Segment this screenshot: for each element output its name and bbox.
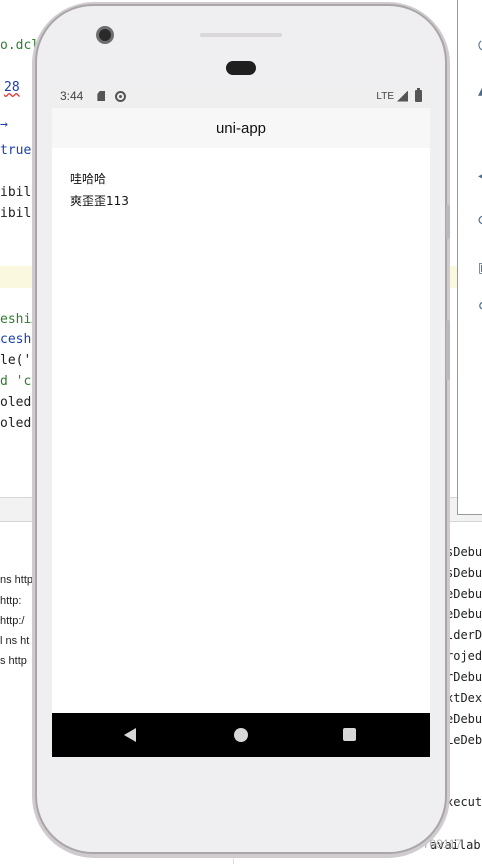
screenshot-icon[interactable]: ▣ [478, 261, 482, 275]
rotate-icon[interactable]: ⟳ [478, 214, 482, 228]
volume-up-icon[interactable]: ▲ [478, 83, 482, 97]
build-output-line: sDebu [446, 545, 482, 559]
build-output-line: eDebu [446, 587, 482, 601]
signal-icon [397, 90, 408, 102]
sd-card-icon [97, 91, 106, 101]
system-navigation-bar [52, 713, 430, 757]
earpiece [226, 61, 256, 75]
emulator-toolbar: ⏻ ▲ ◀ ⟳ ▣ ⚲ ⋮ [457, 0, 482, 515]
build-output-line: rojed [446, 649, 482, 663]
side-button[interactable] [446, 205, 450, 239]
log-line: s http [0, 655, 27, 667]
code-line: oled [0, 395, 32, 410]
side-button[interactable] [446, 320, 450, 380]
build-output-line: lderD [446, 628, 482, 642]
log-line: ns http [0, 574, 34, 586]
network-type: LTE [376, 90, 394, 102]
power-icon[interactable]: ⏻ [478, 39, 482, 53]
build-output-line: sDebu [446, 566, 482, 580]
log-line: http:/ [0, 615, 25, 627]
battery-icon [415, 88, 422, 102]
navigation-bar: uni-app [52, 108, 430, 148]
phone-screen: 3:44 LTE uni-app 哇哈哈 爽歪歪113 [52, 84, 430, 757]
log-line: http: [0, 595, 22, 607]
code-line: oled [0, 416, 32, 431]
code-line: 28 [4, 80, 20, 95]
back-icon[interactable] [124, 728, 136, 742]
home-icon[interactable] [234, 728, 248, 742]
build-output-line: rDebu [446, 670, 482, 684]
build-output-line: eDebu [446, 712, 482, 726]
build-output-line: eDebu [446, 607, 482, 621]
code-line: cesh [0, 332, 32, 347]
page-title: uni-app [215, 119, 267, 137]
code-line: → [0, 117, 8, 132]
zoom-icon[interactable]: ⚲ [478, 301, 482, 315]
log-line: l ns ht [0, 635, 30, 647]
build-output-line: LeDeb [446, 733, 482, 747]
content-text: 哇哈哈 [70, 172, 107, 186]
page-content: 哇哈哈 爽歪歪113 [70, 168, 129, 212]
speaker-grille [200, 33, 282, 37]
more-icon[interactable]: ⋮ [478, 439, 482, 453]
build-output-line: xecut [446, 795, 482, 809]
status-bar: 3:44 LTE [52, 84, 430, 108]
front-camera-icon [96, 26, 114, 44]
code-line: true [0, 143, 32, 158]
recent-apps-icon[interactable] [343, 728, 356, 741]
content-text: 爽歪歪113 [70, 194, 129, 208]
status-time: 3:44 [60, 89, 84, 103]
build-output-line: xtDex [446, 691, 482, 705]
sync-icon [115, 90, 127, 102]
back-arrow-icon[interactable]: ◀ [478, 169, 482, 183]
